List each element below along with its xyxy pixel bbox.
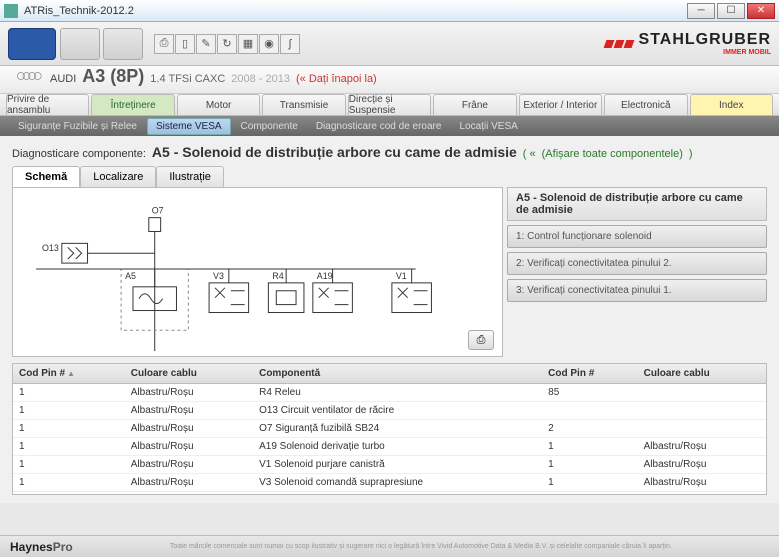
- tab-electronics[interactable]: Electronică: [604, 94, 687, 115]
- window-title: ATRis_Technik-2012.2: [24, 5, 687, 17]
- app-icon: [4, 4, 18, 18]
- step-2[interactable]: 2: Verificați conectivitatea pinului 2.: [507, 252, 767, 275]
- back-link[interactable]: (« Dați înapoi la): [296, 73, 377, 85]
- tool-icon-3[interactable]: ✎: [196, 34, 216, 54]
- svg-text:O13: O13: [42, 243, 59, 253]
- pin-table: Cod Pin #▲ Culoare cablu Componentă Cod …: [12, 363, 767, 495]
- close-button[interactable]: ✕: [747, 3, 775, 19]
- vehicle-button[interactable]: [8, 28, 56, 60]
- vehicle-model: A3 (8P): [82, 66, 144, 87]
- maximize-button[interactable]: ☐: [717, 3, 745, 19]
- side-panel: A5 - Solenoid de distribuție arbore cu c…: [507, 187, 767, 357]
- svg-text:A19: A19: [317, 271, 333, 281]
- heading-link-prefix: ( «: [523, 148, 536, 160]
- table-row[interactable]: 1Albastru/RoșuO13 Circuit ventilator de …: [13, 402, 766, 420]
- schematic-diagram[interactable]: O7 O13 A5 V3 R: [12, 187, 503, 357]
- vehicle-bar: AUDI A3 (8P) 1.4 TFSi CAXC 2008 - 2013 (…: [0, 66, 779, 94]
- col-component[interactable]: Componentă: [253, 364, 542, 384]
- viewtab-schema[interactable]: Schemă: [12, 166, 80, 188]
- tool-icon-4[interactable]: ↻: [217, 34, 237, 54]
- svg-text:A5: A5: [125, 271, 136, 281]
- tool-icon-1[interactable]: ⎙: [154, 34, 174, 54]
- subtab-diagcodes[interactable]: Diagnosticare cod de eroare: [308, 119, 450, 134]
- show-all-link[interactable]: (Afișare toate componentele): [542, 148, 683, 160]
- tool-icon-5[interactable]: ▦: [238, 34, 258, 54]
- app-toolbar: ⎙ ▯ ✎ ↻ ▦ ◉ ʃ STAHLGRUBERIMMER MOBIL: [0, 22, 779, 66]
- svg-text:R4: R4: [272, 271, 283, 281]
- tool-icon-6[interactable]: ◉: [259, 34, 279, 54]
- tab-steering[interactable]: Direcție și Suspensie: [348, 94, 431, 115]
- tab-transmission[interactable]: Transmisie: [262, 94, 345, 115]
- svg-text:V3: V3: [213, 271, 224, 281]
- tab-maintenance[interactable]: Întreținere: [91, 94, 174, 115]
- view-tabs: Schemă Localizare Ilustrație: [12, 166, 767, 188]
- vehicle-years: 2008 - 2013: [231, 73, 290, 85]
- col-color2[interactable]: Culoare cablu: [638, 364, 766, 384]
- footer-logo: HaynesPro: [10, 540, 73, 554]
- heading-title: A5 - Solenoid de distribuție arbore cu c…: [152, 144, 517, 160]
- svg-text:V1: V1: [396, 271, 407, 281]
- minimize-button[interactable]: ─: [687, 3, 715, 19]
- sub-tabs: Siguranțe Fuzibile și Relee Sisteme VESA…: [0, 116, 779, 136]
- audi-logo-icon: [16, 70, 44, 82]
- subtab-fuses[interactable]: Siguranțe Fuzibile și Relee: [10, 119, 145, 134]
- tool-button-2[interactable]: [103, 28, 143, 60]
- side-title: A5 - Solenoid de distribuție arbore cu c…: [507, 187, 767, 221]
- table-row[interactable]: 1Albastru/RoșuA19 Solenoid derivație tur…: [13, 438, 766, 456]
- vehicle-engine: 1.4 TFSi CAXC: [150, 73, 225, 85]
- svg-text:O7: O7: [152, 206, 164, 216]
- step-1[interactable]: 1: Control funcționare solenoid: [507, 225, 767, 248]
- tool-button-1[interactable]: [60, 28, 100, 60]
- print-button[interactable]: ⎙: [468, 330, 494, 350]
- subtab-locations[interactable]: Locații VESA: [451, 119, 525, 134]
- table-row[interactable]: 1Albastru/RoșuO7 Siguranță fuzibilă SB24…: [13, 420, 766, 438]
- tab-overview[interactable]: Privire de ansamblu: [6, 94, 89, 115]
- tool-icon-7[interactable]: ʃ: [280, 34, 300, 54]
- table-row[interactable]: 1Albastru/RoșuV3 Solenoid comandă suprap…: [13, 474, 766, 492]
- tab-index[interactable]: Index: [690, 94, 773, 115]
- col-pin2[interactable]: Cod Pin #: [542, 364, 637, 384]
- vehicle-make: AUDI: [50, 73, 76, 85]
- footer: HaynesPro Toate mărcile comerciale sunt …: [0, 535, 779, 557]
- table-row[interactable]: 1Albastru/RoșuV1 Solenoid purjare canist…: [13, 456, 766, 474]
- subtab-vesa[interactable]: Sisteme VESA: [147, 118, 231, 135]
- tool-icon-2[interactable]: ▯: [175, 34, 195, 54]
- col-color1[interactable]: Culoare cablu: [125, 364, 253, 384]
- brand-logo: STAHLGRUBERIMMER MOBIL: [605, 31, 771, 56]
- footer-fine-print: Toate mărcile comerciale sunt numai cu s…: [73, 543, 769, 550]
- viewtab-illustration[interactable]: Ilustrație: [156, 166, 224, 188]
- step-3[interactable]: 3: Verificați conectivitatea pinului 1.: [507, 279, 767, 302]
- main-tabs: Privire de ansamblu Întreținere Motor Tr…: [0, 94, 779, 116]
- window-titlebar: ATRis_Technik-2012.2 ─ ☐ ✕: [0, 0, 779, 22]
- heading-link-suffix: ): [689, 148, 693, 160]
- subtab-components[interactable]: Componente: [233, 119, 306, 134]
- col-pin1[interactable]: Cod Pin #▲: [13, 364, 125, 384]
- page-heading: Diagnosticare componente: A5 - Solenoid …: [12, 144, 767, 160]
- table-row[interactable]: 1Albastru/RoșuR4 Releu85: [13, 384, 766, 402]
- tab-brakes[interactable]: Frâne: [433, 94, 516, 115]
- viewtab-locate[interactable]: Localizare: [80, 166, 156, 188]
- tab-engine[interactable]: Motor: [177, 94, 260, 115]
- heading-prefix: Diagnosticare componente:: [12, 148, 146, 160]
- tab-exterior[interactable]: Exterior / Interior: [519, 94, 602, 115]
